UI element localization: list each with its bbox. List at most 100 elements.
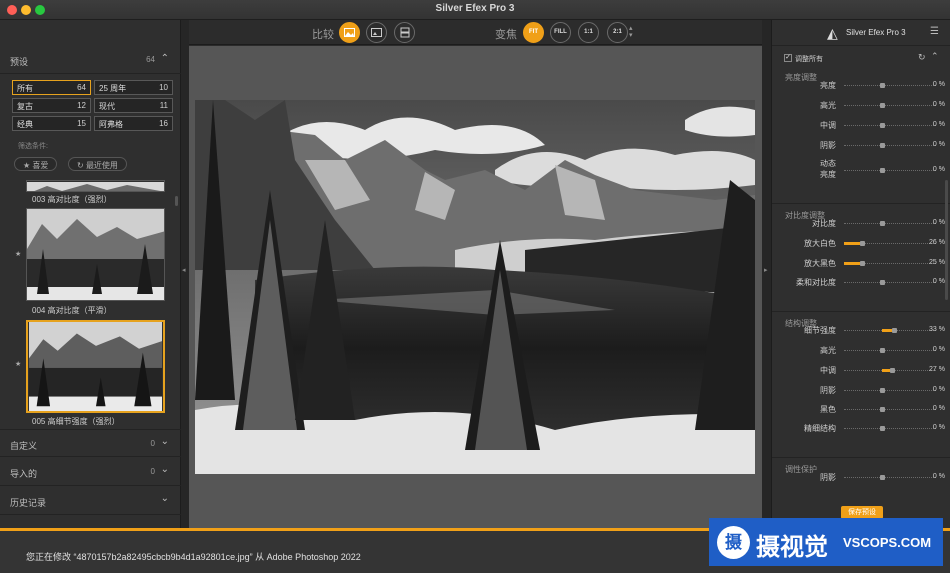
favorite-star-icon[interactable]: ★ (15, 250, 21, 258)
imported-section-header[interactable]: 导入的 0 ⌄ (0, 458, 181, 486)
slider-handle[interactable] (880, 103, 885, 108)
adjustments-panel: ◭ Silver Efex Pro 3 ☰ ✓ 调整所有 ↻ ⌃ 亮度调整 亮度 0… (771, 20, 950, 528)
slider-handle[interactable] (880, 280, 885, 285)
preset-filter-anniversary[interactable]: 25 周年 10 (94, 80, 173, 95)
custom-section-header[interactable]: 自定义 0 ⌄ (0, 429, 181, 457)
slider-track[interactable] (844, 85, 936, 86)
favorite-star-icon[interactable]: ★ (15, 360, 21, 368)
status-text: 您正在修改 “4870157b2a82495cbcb9b4d1a92801ce.… (26, 552, 361, 562)
slider-handle[interactable] (860, 261, 865, 266)
reset-icon[interactable]: ↻ (918, 52, 926, 63)
preset-filter-modern[interactable]: 现代 11 (94, 98, 173, 113)
brand-header: ◭ Silver Efex Pro 3 ☰ (772, 20, 950, 46)
preset-thumb-003-caption: 003 高对比度（强烈） (32, 195, 112, 204)
slider-label: 中调 (820, 366, 836, 375)
slider-track[interactable] (844, 390, 936, 391)
zoom-stepper-icon[interactable]: ▴ ▾ (629, 25, 633, 39)
slider-row: 阴影 0 % (772, 138, 950, 154)
slider-track[interactable] (844, 282, 936, 283)
zoom-2-1-button[interactable]: 2:1 (607, 22, 628, 43)
slider-value: 0 % (932, 386, 945, 393)
image-icon (344, 28, 355, 37)
slider-row: 放大白色 26 % (772, 236, 950, 252)
slider-label: 柔和对比度 (796, 278, 836, 287)
slider-handle[interactable] (880, 475, 885, 480)
slider-row: 阴影 0 % (772, 383, 950, 399)
preset-filter-all[interactable]: 所有 64 (12, 80, 91, 95)
zoom-fill-button[interactable]: FILL (550, 22, 571, 43)
slider-handle[interactable] (890, 368, 895, 373)
slider-row: 细节强度 33 % (772, 323, 950, 339)
slider-handle[interactable] (880, 348, 885, 353)
slider-row: 中调 0 % (772, 118, 950, 134)
presets-section-header[interactable]: 预设 64 ⌃ (0, 46, 181, 74)
slider-track[interactable] (844, 350, 936, 351)
slider-value: 0 % (932, 346, 945, 353)
slider-label: 中调 (820, 121, 836, 130)
slider-row: 高光 0 % (772, 343, 950, 359)
slider-value: 25 % (929, 259, 945, 266)
slider-track[interactable] (844, 170, 936, 171)
slider-handle[interactable] (880, 407, 885, 412)
slider-handle[interactable] (880, 143, 885, 148)
zoom-fit-button[interactable]: FIT (523, 22, 544, 43)
left-panel-collapse-handle[interactable]: ◂ (181, 20, 189, 528)
chevron-down-icon[interactable]: ⌄ (161, 493, 169, 504)
preview-image[interactable] (195, 100, 755, 474)
favorites-chip[interactable]: ★ 喜爱 (14, 157, 58, 171)
watermark-logo: 摄 (717, 526, 750, 559)
slider-track[interactable] (844, 223, 936, 224)
slider-track[interactable] (844, 105, 936, 106)
slider-handle[interactable] (880, 388, 885, 393)
preset-filter-classic[interactable]: 经典 15 (12, 116, 91, 131)
preset-thumb-003[interactable] (26, 180, 165, 192)
slider-handle[interactable] (880, 123, 885, 128)
adjust-all-checkbox[interactable]: ✓ (784, 54, 792, 62)
slider-value: 33 % (929, 326, 945, 333)
slider-handle[interactable] (880, 168, 885, 173)
chevron-down-icon[interactable]: ⌄ (161, 464, 169, 475)
preset-thumb-005[interactable] (26, 320, 165, 413)
slider-row: 动态 亮度 0 % (772, 159, 950, 179)
slider-value: 0 % (932, 101, 945, 108)
slider-handle[interactable] (860, 241, 865, 246)
slider-track[interactable] (844, 409, 936, 410)
slider-value: 0 % (932, 278, 945, 285)
zoom-label: 变焦 (495, 29, 517, 41)
history-section-header[interactable]: 历史记录 ⌄ (0, 487, 181, 515)
preset-thumb-004-image (27, 209, 164, 300)
slider-label: 细节强度 (804, 326, 836, 335)
nik-logo-icon: ◭ (827, 25, 838, 41)
menu-icon[interactable]: ☰ (930, 26, 939, 37)
compare-side-button[interactable] (366, 22, 387, 43)
presets-scrollbar[interactable] (175, 196, 178, 206)
recent-chip[interactable]: ↻ 最近使用 (68, 157, 127, 171)
slider-track[interactable] (844, 428, 936, 429)
slider-row: 柔和对比度 0 % (772, 275, 950, 291)
compare-split-button[interactable] (339, 22, 360, 43)
preset-filter-afga[interactable]: 阿弗格 16 (94, 116, 173, 131)
preset-filter-vintage[interactable]: 复古 12 (12, 98, 91, 113)
chevron-up-icon[interactable]: ⌃ (931, 51, 939, 62)
preset-thumb-004[interactable] (26, 208, 165, 301)
slider-track[interactable] (844, 125, 936, 126)
chevron-down-icon[interactable]: ⌄ (161, 436, 169, 447)
slider-row: 放大黑色 25 % (772, 256, 950, 272)
slider-handle[interactable] (892, 328, 897, 333)
slider-handle[interactable] (880, 221, 885, 226)
right-panel-collapse-handle[interactable]: ▸ (762, 20, 771, 528)
presets-label: 预设 (10, 57, 29, 67)
adjust-all-label: 调整所有 (795, 56, 823, 63)
loupe-button[interactable] (394, 22, 415, 43)
chevron-right-icon: ▸ (764, 267, 768, 274)
adjustments-scrollbar[interactable] (945, 180, 948, 300)
slider-handle[interactable] (880, 83, 885, 88)
slider-label: 对比度 (812, 219, 836, 228)
slider-track[interactable] (844, 477, 936, 478)
slider-handle[interactable] (880, 426, 885, 431)
chevron-up-icon[interactable]: ⌃ (161, 53, 169, 64)
watermark-site: VSCOPS.COM (843, 535, 932, 550)
zoom-1-1-button[interactable]: 1:1 (578, 22, 599, 43)
slider-track[interactable] (844, 145, 936, 146)
slider-label: 阴影 (820, 141, 836, 150)
